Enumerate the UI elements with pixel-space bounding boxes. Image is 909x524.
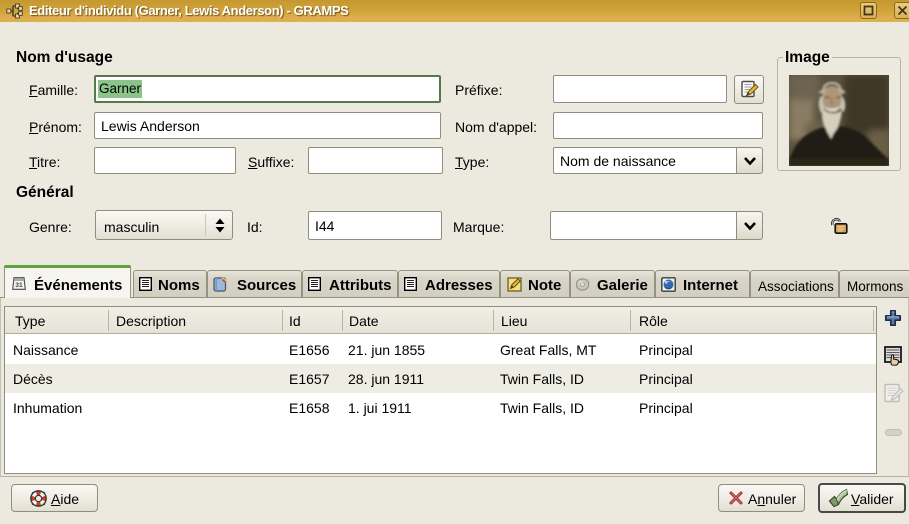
svg-text:31: 31 bbox=[15, 282, 23, 289]
